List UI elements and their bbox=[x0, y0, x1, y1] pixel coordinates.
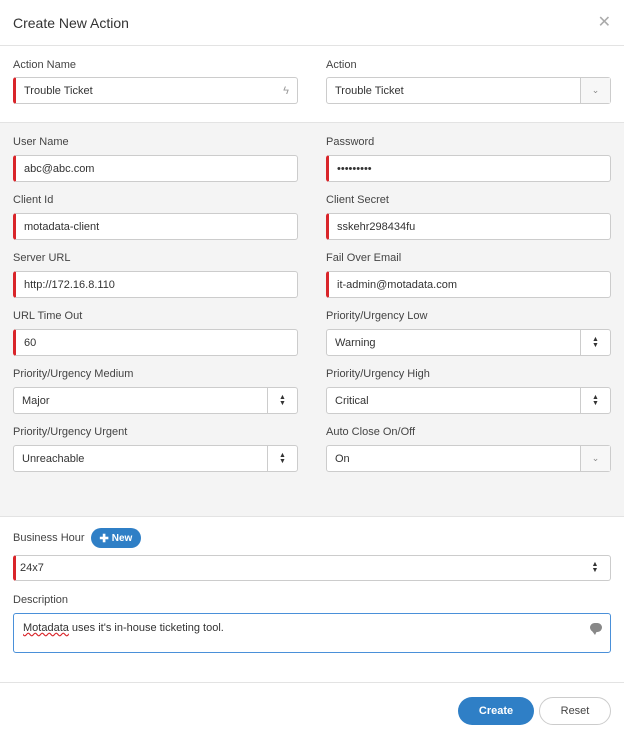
password-input[interactable]: ••••••••• bbox=[326, 155, 611, 182]
user-name-value: abc@abc.com bbox=[24, 162, 95, 175]
description-label: Description bbox=[13, 594, 69, 606]
action-select[interactable]: Trouble Ticket ⌄ bbox=[326, 77, 611, 104]
priority-urgent-label: Priority/Urgency Urgent bbox=[13, 426, 128, 438]
priority-low-select[interactable]: Warning ▲ ▼ bbox=[326, 329, 611, 356]
priority-high-select[interactable]: Critical ▲ ▼ bbox=[326, 387, 611, 414]
action-name-label: Action Name bbox=[13, 59, 76, 71]
url-time-out-value: 60 bbox=[24, 336, 37, 349]
plus-icon: ✚ bbox=[99, 532, 109, 545]
password-label: Password bbox=[326, 136, 375, 148]
dialog-footer: Create Reset bbox=[0, 683, 624, 730]
chevron-down-icon[interactable]: ⌄ bbox=[580, 78, 610, 103]
dialog-header: Create New Action ✕ bbox=[0, 0, 624, 46]
business-section: Business Hour ✚ New 24x7 ▲ ▼ Description … bbox=[0, 527, 624, 683]
business-hour-label: Business Hour bbox=[13, 532, 85, 544]
url-time-out-label: URL Time Out bbox=[13, 310, 83, 322]
description-misspelled-word: Motadata bbox=[23, 622, 69, 634]
server-url-input[interactable]: http://172.16.8.110 bbox=[13, 271, 298, 298]
priority-urgent-select[interactable]: Unreachable ▲ ▼ bbox=[13, 445, 298, 472]
action-value: Trouble Ticket bbox=[335, 84, 404, 97]
chevron-down-icon[interactable]: ⌄ bbox=[580, 446, 610, 471]
client-secret-label: Client Secret bbox=[326, 194, 389, 206]
reset-button[interactable]: Reset bbox=[539, 697, 611, 725]
create-button[interactable]: Create bbox=[458, 697, 534, 725]
bolt-icon: ϟ bbox=[283, 84, 289, 97]
priority-high-label: Priority/Urgency High bbox=[326, 368, 430, 380]
auto-close-value: On bbox=[335, 452, 350, 465]
auto-close-select[interactable]: On ⌄ bbox=[326, 445, 611, 472]
credentials-section: User Name abc@abc.com Password •••••••••… bbox=[0, 123, 624, 517]
client-id-value: motadata-client bbox=[24, 220, 100, 233]
action-name-input[interactable]: Trouble Ticket ϟ bbox=[13, 77, 298, 104]
priority-medium-value: Major bbox=[22, 394, 50, 407]
action-section: Action Name Trouble Ticket ϟ Action Trou… bbox=[0, 46, 624, 123]
priority-medium-label: Priority/Urgency Medium bbox=[13, 368, 134, 380]
comment-icon bbox=[590, 623, 602, 635]
priority-low-value: Warning bbox=[335, 336, 376, 349]
close-icon[interactable]: ✕ bbox=[598, 14, 611, 31]
fail-over-email-input[interactable]: it-admin@motadata.com bbox=[326, 271, 611, 298]
priority-urgent-value: Unreachable bbox=[22, 452, 85, 465]
priority-high-value: Critical bbox=[335, 394, 369, 407]
new-button-label: New bbox=[111, 532, 133, 544]
priority-low-label: Priority/Urgency Low bbox=[326, 310, 428, 322]
action-label: Action bbox=[326, 59, 357, 71]
description-rest: uses it's in-house ticketing tool. bbox=[68, 622, 224, 634]
client-secret-value: sskehr298434fu bbox=[337, 220, 416, 233]
user-name-input[interactable]: abc@abc.com bbox=[13, 155, 298, 182]
new-business-hour-button[interactable]: ✚ New bbox=[90, 528, 142, 548]
client-secret-input[interactable]: sskehr298434fu bbox=[326, 213, 611, 240]
server-url-label: Server URL bbox=[13, 252, 71, 264]
auto-close-label: Auto Close On/Off bbox=[326, 426, 416, 438]
client-id-label: Client Id bbox=[13, 194, 54, 206]
priority-medium-select[interactable]: Major ▲ ▼ bbox=[13, 387, 298, 414]
business-hour-value: 24x7 bbox=[20, 562, 44, 574]
user-name-label: User Name bbox=[13, 136, 69, 148]
business-hour-select[interactable]: 24x7 ▲ ▼ bbox=[13, 555, 611, 581]
action-name-value: Trouble Ticket bbox=[24, 84, 93, 97]
fail-over-email-value: it-admin@motadata.com bbox=[337, 278, 457, 291]
description-text: Motadata uses it's in-house ticketing to… bbox=[23, 622, 224, 634]
url-time-out-input[interactable]: 60 bbox=[13, 329, 298, 356]
create-action-dialog: Create New Action ✕ Action Name Trouble … bbox=[0, 0, 624, 730]
server-url-value: http://172.16.8.110 bbox=[24, 278, 115, 291]
fail-over-email-label: Fail Over Email bbox=[326, 252, 402, 264]
client-id-input[interactable]: motadata-client bbox=[13, 213, 298, 240]
sort-arrows-icon[interactable]: ▲ ▼ bbox=[267, 388, 297, 413]
sort-arrows-icon[interactable]: ▲ ▼ bbox=[267, 446, 297, 471]
sort-arrows-icon[interactable]: ▲ ▼ bbox=[580, 556, 610, 580]
dialog-title: Create New Action bbox=[13, 14, 129, 31]
sort-arrows-icon[interactable]: ▲ ▼ bbox=[580, 388, 610, 413]
password-value: ••••••••• bbox=[337, 162, 372, 175]
description-textarea[interactable]: Motadata uses it's in-house ticketing to… bbox=[13, 613, 611, 653]
sort-arrows-icon[interactable]: ▲ ▼ bbox=[580, 330, 610, 355]
